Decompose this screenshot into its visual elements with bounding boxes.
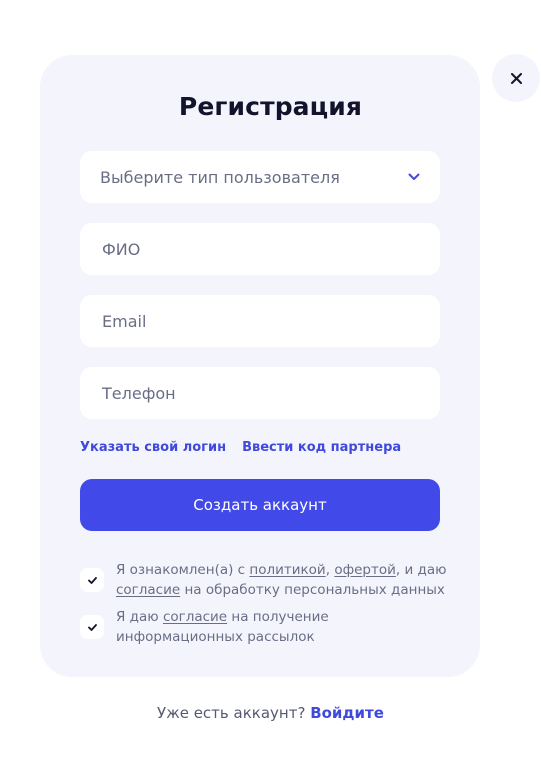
privacy-consent-checkbox[interactable] [80,568,104,592]
user-type-select[interactable]: Выберите тип пользователя [80,151,440,203]
newsletter-consent: Я даю согласие на получение информационн… [80,607,450,647]
create-account-button[interactable]: Создать аккаунт [80,479,440,531]
policy-link[interactable]: политикой [249,562,325,578]
phone-input[interactable] [80,367,440,419]
close-icon [510,72,522,84]
privacy-consent-text: Я ознакомлен(а) с политикой, офертой, и … [116,560,447,600]
consent-text-part: Я ознакомлен(а) с [116,562,250,578]
consent-text-part: на обработку персональных данных [180,582,445,598]
newsletter-consent-checkbox[interactable] [80,615,104,639]
registration-page: Регистрация Выберите тип пользователя Ук… [0,0,541,767]
newsletter-consent-text: Я даю согласие на получение информационн… [116,607,450,647]
offer-link[interactable]: офертой [334,562,396,578]
form-links: Указать свой логин Ввести код партнера [80,440,401,455]
consent-text-part: , и даю [395,562,447,578]
user-type-placeholder: Выберите тип пользователя [100,167,340,187]
login-link[interactable]: Войдите [310,704,384,722]
fio-input[interactable] [80,223,440,275]
privacy-consent: Я ознакомлен(а) с политикой, офертой, и … [80,560,450,600]
chevron-down-icon [408,173,420,181]
login-question: Уже есть аккаунт? [157,704,311,722]
consent-link[interactable]: согласие [116,582,180,598]
newsletter-consent-link[interactable]: согласие [163,609,227,625]
checkmark-icon [87,576,97,584]
checkmark-icon [87,623,97,631]
login-prompt: Уже есть аккаунт? Войдите [0,704,541,722]
consent-text-part: Я даю [116,609,163,625]
specify-login-link[interactable]: Указать свой логин [80,440,226,455]
modal-title: Регистрация [178,92,363,121]
partner-code-link[interactable]: Ввести код партнера [242,440,401,455]
email-input[interactable] [80,295,440,347]
